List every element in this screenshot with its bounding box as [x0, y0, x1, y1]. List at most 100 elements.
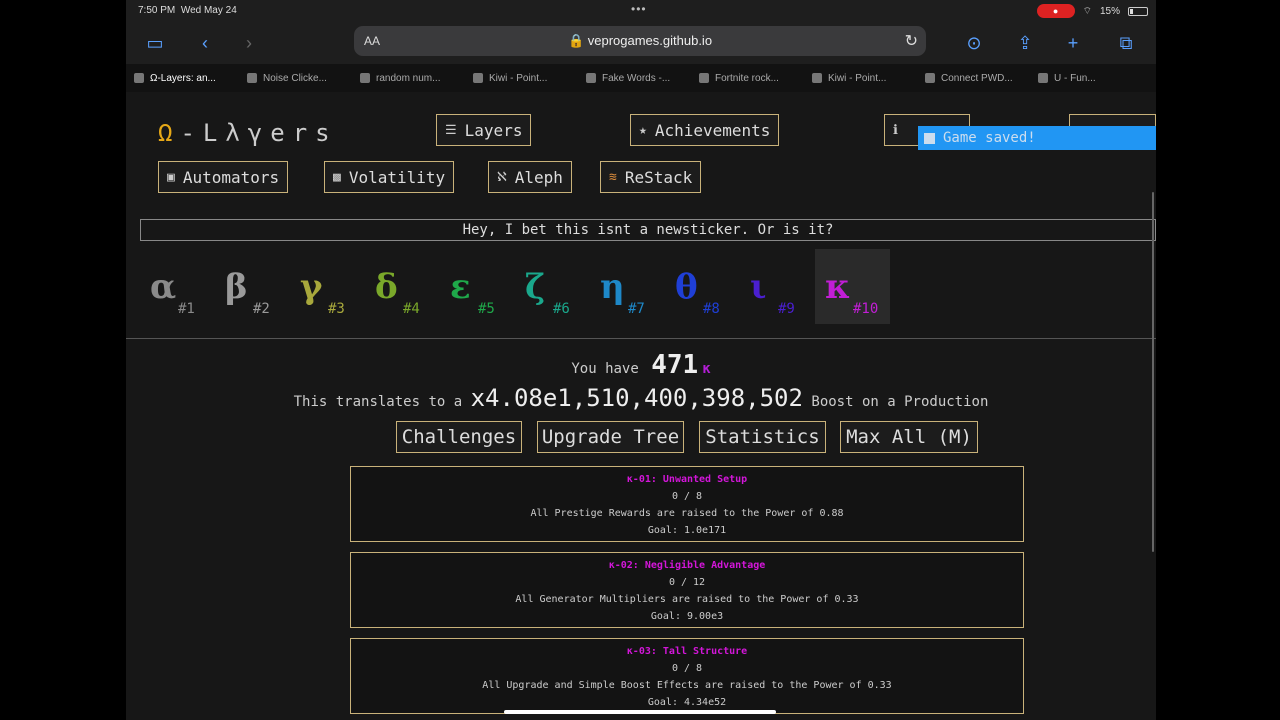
browser-tab-title: random num... — [376, 72, 441, 84]
scrollbar[interactable] — [1152, 192, 1154, 552]
game-page: Ω-Lλγers ☰ Layers ★ Achievements ℹ Game sa… — [126, 92, 1156, 720]
boost-value: x4.08e1,510,400,398,502 — [470, 384, 803, 412]
divider — [126, 338, 1156, 339]
automator-icon: ▣ — [167, 169, 175, 185]
layer-symbol: θ — [675, 267, 698, 307]
layer-symbol: α — [150, 267, 177, 307]
share-icon[interactable]: ⇪ — [1012, 30, 1038, 56]
automators-button[interactable]: ▣ Automators — [158, 161, 289, 193]
layer-number: #2 — [253, 301, 270, 317]
browser-tab-title: Ω-Layers: an... — [150, 72, 216, 84]
layer-tab[interactable]: ε #5 — [440, 249, 515, 324]
browser-tab-title: Fortnite rock... — [715, 72, 779, 84]
layer-tab[interactable]: δ #4 — [365, 249, 440, 324]
tab-statistics[interactable]: Statistics — [699, 421, 826, 453]
sidebar-icon[interactable]: ▭ — [142, 30, 168, 56]
browser-tab[interactable]: Ω-Layers: an... — [134, 73, 247, 84]
layer-number: #7 — [628, 301, 645, 317]
battery-percent: 15% — [1099, 5, 1120, 17]
favicon-icon — [247, 73, 257, 83]
news-ticker: Hey, I bet this isnt a newsticker. Or is… — [140, 219, 1156, 241]
layers-button[interactable]: ☰ Layers — [436, 114, 532, 146]
challenge-card[interactable]: κ-02: Negligible Advantage 0 / 12 All Ge… — [350, 552, 1024, 628]
favicon-icon — [134, 73, 144, 83]
layer-selector: α #1 β #2 γ #3 δ #4 ε #5 ζ #6 η #7 θ #8 ι #9 κ #10 — [140, 249, 890, 324]
restack-button[interactable]: ≋ ReStack — [600, 161, 702, 193]
home-indicator[interactable] — [504, 710, 776, 714]
layer-number: #9 — [778, 301, 795, 317]
status-time: 7:50 PM Wed May 24 — [138, 5, 237, 16]
browser-tab[interactable]: random num... — [360, 73, 473, 84]
browser-tab[interactable]: U - Fun... — [1038, 73, 1151, 84]
status-indicators: ● ⌔ 15% — [1036, 4, 1148, 18]
favicon-icon — [360, 73, 370, 83]
browser-tab-title: Kiwi - Point... — [489, 72, 548, 84]
browser-tab-title: Fake Words -... — [602, 72, 671, 84]
screen-record-icon: ● — [1036, 4, 1075, 18]
browser-tab[interactable]: Kiwi - Point... — [812, 73, 925, 84]
forward-icon[interactable]: › — [236, 30, 262, 56]
favicon-icon — [473, 73, 483, 83]
layer-symbol: ε — [450, 267, 471, 307]
browser-tab[interactable]: Kiwi - Point... — [473, 73, 586, 84]
layer-symbol: δ — [375, 267, 398, 307]
layer-number: #4 — [403, 301, 420, 317]
new-tab-icon[interactable]: + — [1060, 30, 1086, 56]
favicon-icon — [812, 73, 822, 83]
boost-line: This translates to a x4.08e1,510,400,398… — [293, 384, 989, 412]
download-icon[interactable]: ⊙ — [961, 30, 987, 56]
layer-number: #8 — [703, 301, 720, 317]
achievements-button[interactable]: ★ Achievements — [630, 114, 780, 146]
tabs-overview-icon[interactable]: ⧉ — [1113, 30, 1139, 56]
browser-tab-title: Noise Clicke... — [263, 72, 327, 84]
favicon-icon — [1038, 73, 1048, 83]
browser-tab-title: Connect PWD... — [941, 72, 1013, 84]
layer-symbol: ι — [750, 267, 767, 307]
tab-strip: Ω-Layers: an... Noise Clicke... random num… — [126, 64, 1156, 92]
challenge-card[interactable]: κ-03: Tall Structure 0 / 8 All Upgrade a… — [350, 638, 1024, 714]
layers-icon: ☰ — [445, 122, 457, 138]
tab-upgrade-tree[interactable]: Upgrade Tree — [537, 421, 684, 453]
layer-tab[interactable]: γ #3 — [290, 249, 365, 324]
back-icon[interactable]: ‹ — [192, 30, 218, 56]
layer-tab[interactable]: β #2 — [215, 249, 290, 324]
favicon-icon — [586, 73, 596, 83]
browser-tab[interactable]: Connect PWD... — [925, 73, 1038, 84]
layer-tab[interactable]: ζ #6 — [515, 249, 590, 324]
floppy-icon — [924, 132, 935, 144]
wifi-icon: ⌔ — [1082, 5, 1092, 17]
layer-tab[interactable]: η #7 — [590, 249, 665, 324]
challenge-card[interactable]: κ-01: Unwanted Setup 0 / 8 All Prestige … — [350, 466, 1024, 542]
max-all-button[interactable]: Max All (M) — [840, 421, 978, 453]
layer-symbol: γ — [300, 267, 323, 307]
layer-number: #3 — [328, 301, 345, 317]
aleph-button[interactable]: ℵ Aleph — [488, 161, 572, 193]
amount-symbol: κ — [702, 361, 711, 377]
layer-number: #5 — [478, 301, 495, 317]
star-icon: ★ — [639, 122, 647, 138]
layer-tab[interactable]: α #1 — [140, 249, 215, 324]
browser-tab-title: Kiwi - Point... — [828, 72, 887, 84]
tab-challenges[interactable]: Challenges — [396, 421, 522, 453]
browser-tab[interactable]: Fake Words -... — [586, 73, 699, 84]
layer-number: #1 — [178, 301, 195, 317]
layer-number: #10 — [853, 301, 879, 317]
aleph-icon: ℵ — [497, 169, 507, 185]
battery-icon — [1128, 6, 1148, 16]
reload-icon[interactable]: ↻ — [905, 31, 918, 51]
status-bar: 7:50 PM Wed May 24 ••• ● ⌔ 15% — [126, 0, 1156, 22]
layer-tab[interactable]: κ #10 — [815, 249, 890, 324]
multitasking-dots-icon[interactable]: ••• — [631, 2, 647, 16]
browser-tab-title: U - Fun... — [1054, 72, 1096, 84]
layer-symbol: κ — [825, 267, 851, 307]
layer-tab[interactable]: ι #9 — [740, 249, 815, 324]
volatility-button[interactable]: ▩ Volatility — [324, 161, 455, 193]
browser-tab[interactable]: Noise Clicke... — [247, 73, 360, 84]
url-bar[interactable]: AA 🔒 veprogames.github.io ↻ — [354, 26, 926, 56]
restack-icon: ≋ — [609, 169, 617, 185]
url-text: 🔒 veprogames.github.io — [567, 33, 713, 48]
floppy-icon: ▩ — [333, 169, 341, 185]
browser-tab[interactable]: Fortnite rock... — [699, 73, 812, 84]
layer-tab[interactable]: θ #8 — [665, 249, 740, 324]
layer-symbol: η — [600, 267, 625, 307]
